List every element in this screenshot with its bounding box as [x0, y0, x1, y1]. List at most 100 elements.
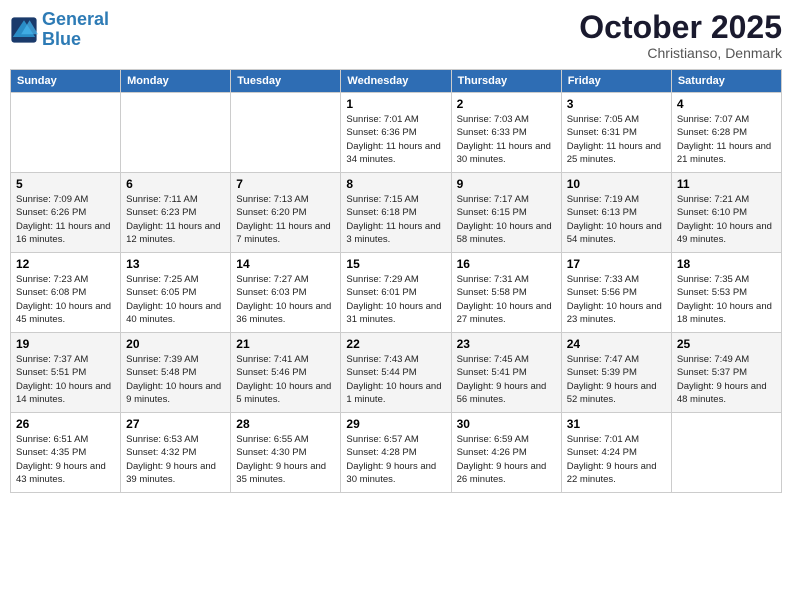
calendar-cell: 19 Sunrise: 7:37 AM Sunset: 5:51 PM Dayli…	[11, 333, 121, 413]
calendar-cell: 18 Sunrise: 7:35 AM Sunset: 5:53 PM Dayli…	[671, 253, 781, 333]
day-info: Sunrise: 7:05 AM Sunset: 6:31 PM Dayligh…	[567, 113, 666, 166]
day-info: Sunrise: 6:55 AM Sunset: 4:30 PM Dayligh…	[236, 433, 335, 486]
day-number: 7	[236, 177, 335, 191]
day-number: 14	[236, 257, 335, 271]
day-info: Sunrise: 7:19 AM Sunset: 6:13 PM Dayligh…	[567, 193, 666, 246]
day-header-saturday: Saturday	[671, 70, 781, 93]
week-row-4: 19 Sunrise: 7:37 AM Sunset: 5:51 PM Dayli…	[11, 333, 782, 413]
calendar-cell: 28 Sunrise: 6:55 AM Sunset: 4:30 PM Dayli…	[231, 413, 341, 493]
calendar-cell: 15 Sunrise: 7:29 AM Sunset: 6:01 PM Dayli…	[341, 253, 451, 333]
calendar-cell: 20Sunrise: 7:39 AM Sunset: 5:48 PM Dayli…	[121, 333, 231, 413]
week-row-3: 12Sunrise: 7:23 AM Sunset: 6:08 PM Dayli…	[11, 253, 782, 333]
day-header-thursday: Thursday	[451, 70, 561, 93]
month-title: October 2025	[579, 10, 782, 45]
calendar-cell: 17 Sunrise: 7:33 AM Sunset: 5:56 PM Dayli…	[561, 253, 671, 333]
day-number: 9	[457, 177, 556, 191]
day-number: 30	[457, 417, 556, 431]
day-number: 24	[567, 337, 666, 351]
calendar-cell	[231, 93, 341, 173]
day-info: Sunrise: 7:37 AM Sunset: 5:51 PM Dayligh…	[16, 353, 115, 406]
day-number: 21	[236, 337, 335, 351]
calendar-cell: 1Sunrise: 7:01 AM Sunset: 6:36 PM Daylig…	[341, 93, 451, 173]
day-info: Sunrise: 6:51 AM Sunset: 4:35 PM Dayligh…	[16, 433, 115, 486]
calendar-cell	[121, 93, 231, 173]
day-info: Sunrise: 7:29 AM Sunset: 6:01 PM Dayligh…	[346, 273, 445, 326]
day-number: 11	[677, 177, 776, 191]
calendar-cell	[11, 93, 121, 173]
calendar-cell: 3 Sunrise: 7:05 AM Sunset: 6:31 PM Daylig…	[561, 93, 671, 173]
day-number: 19	[16, 337, 115, 351]
calendar-cell: 8Sunrise: 7:15 AM Sunset: 6:18 PM Daylig…	[341, 173, 451, 253]
calendar-cell: 26Sunrise: 6:51 AM Sunset: 4:35 PM Dayli…	[11, 413, 121, 493]
day-number: 25	[677, 337, 776, 351]
day-header-wednesday: Wednesday	[341, 70, 451, 93]
day-info: Sunrise: 7:13 AM Sunset: 6:20 PM Dayligh…	[236, 193, 335, 246]
calendar-cell: 5 Sunrise: 7:09 AM Sunset: 6:26 PM Daylig…	[11, 173, 121, 253]
calendar-cell: 27Sunrise: 6:53 AM Sunset: 4:32 PM Dayli…	[121, 413, 231, 493]
day-header-tuesday: Tuesday	[231, 70, 341, 93]
title-area: October 2025 Christianso, Denmark	[579, 10, 782, 61]
day-info: Sunrise: 7:43 AM Sunset: 5:44 PM Dayligh…	[346, 353, 445, 406]
calendar-cell: 6 Sunrise: 7:11 AM Sunset: 6:23 PM Daylig…	[121, 173, 231, 253]
day-info: Sunrise: 6:57 AM Sunset: 4:28 PM Dayligh…	[346, 433, 445, 486]
day-info: Sunrise: 7:39 AM Sunset: 5:48 PM Dayligh…	[126, 353, 225, 406]
calendar-cell: 13 Sunrise: 7:25 AM Sunset: 6:05 PM Dayli…	[121, 253, 231, 333]
calendar-cell: 16 Sunrise: 7:31 AM Sunset: 5:58 PM Dayli…	[451, 253, 561, 333]
day-info: Sunrise: 7:11 AM Sunset: 6:23 PM Dayligh…	[126, 193, 225, 246]
calendar-cell: 31Sunrise: 7:01 AM Sunset: 4:24 PM Dayli…	[561, 413, 671, 493]
day-header-monday: Monday	[121, 70, 231, 93]
day-info: Sunrise: 7:45 AM Sunset: 5:41 PM Dayligh…	[457, 353, 556, 406]
day-info: Sunrise: 7:31 AM Sunset: 5:58 PM Dayligh…	[457, 273, 556, 326]
day-info: Sunrise: 7:49 AM Sunset: 5:37 PM Dayligh…	[677, 353, 776, 406]
week-row-2: 5 Sunrise: 7:09 AM Sunset: 6:26 PM Daylig…	[11, 173, 782, 253]
day-number: 27	[126, 417, 225, 431]
day-header-friday: Friday	[561, 70, 671, 93]
header-row: SundayMondayTuesdayWednesdayThursdayFrid…	[11, 70, 782, 93]
day-info: Sunrise: 7:17 AM Sunset: 6:15 PM Dayligh…	[457, 193, 556, 246]
day-number: 10	[567, 177, 666, 191]
calendar-cell: 29 Sunrise: 6:57 AM Sunset: 4:28 PM Dayli…	[341, 413, 451, 493]
day-info: Sunrise: 6:59 AM Sunset: 4:26 PM Dayligh…	[457, 433, 556, 486]
calendar-cell: 24 Sunrise: 7:47 AM Sunset: 5:39 PM Dayli…	[561, 333, 671, 413]
day-number: 16	[457, 257, 556, 271]
day-info: Sunrise: 7:09 AM Sunset: 6:26 PM Dayligh…	[16, 193, 115, 246]
day-info: Sunrise: 7:03 AM Sunset: 6:33 PM Dayligh…	[457, 113, 556, 166]
day-number: 28	[236, 417, 335, 431]
logo-icon	[10, 16, 38, 44]
day-number: 2	[457, 97, 556, 111]
logo-line1: General	[42, 9, 109, 29]
calendar-cell: 2 Sunrise: 7:03 AM Sunset: 6:33 PM Daylig…	[451, 93, 561, 173]
calendar-cell: 10 Sunrise: 7:19 AM Sunset: 6:13 PM Dayli…	[561, 173, 671, 253]
day-number: 5	[16, 177, 115, 191]
calendar-cell: 7 Sunrise: 7:13 AM Sunset: 6:20 PM Daylig…	[231, 173, 341, 253]
calendar-cell: 11 Sunrise: 7:21 AM Sunset: 6:10 PM Dayli…	[671, 173, 781, 253]
day-number: 3	[567, 97, 666, 111]
day-info: Sunrise: 7:01 AM Sunset: 4:24 PM Dayligh…	[567, 433, 666, 486]
day-info: Sunrise: 7:35 AM Sunset: 5:53 PM Dayligh…	[677, 273, 776, 326]
day-number: 12	[16, 257, 115, 271]
day-number: 17	[567, 257, 666, 271]
day-info: Sunrise: 7:21 AM Sunset: 6:10 PM Dayligh…	[677, 193, 776, 246]
calendar-cell: 23 Sunrise: 7:45 AM Sunset: 5:41 PM Dayli…	[451, 333, 561, 413]
day-number: 6	[126, 177, 225, 191]
logo: General Blue	[10, 10, 109, 50]
week-row-1: 1Sunrise: 7:01 AM Sunset: 6:36 PM Daylig…	[11, 93, 782, 173]
calendar-cell: 21 Sunrise: 7:41 AM Sunset: 5:46 PM Dayli…	[231, 333, 341, 413]
day-number: 29	[346, 417, 445, 431]
week-row-5: 26Sunrise: 6:51 AM Sunset: 4:35 PM Dayli…	[11, 413, 782, 493]
logo-line2: Blue	[42, 29, 81, 49]
day-number: 1	[346, 97, 445, 111]
day-number: 23	[457, 337, 556, 351]
page-header: General Blue October 2025 Christianso, D…	[10, 10, 782, 61]
day-info: Sunrise: 7:07 AM Sunset: 6:28 PM Dayligh…	[677, 113, 776, 166]
day-info: Sunrise: 7:41 AM Sunset: 5:46 PM Dayligh…	[236, 353, 335, 406]
day-number: 18	[677, 257, 776, 271]
day-number: 15	[346, 257, 445, 271]
location-subtitle: Christianso, Denmark	[579, 45, 782, 61]
day-number: 13	[126, 257, 225, 271]
day-info: Sunrise: 7:33 AM Sunset: 5:56 PM Dayligh…	[567, 273, 666, 326]
day-info: Sunrise: 7:47 AM Sunset: 5:39 PM Dayligh…	[567, 353, 666, 406]
calendar-cell	[671, 413, 781, 493]
day-info: Sunrise: 7:15 AM Sunset: 6:18 PM Dayligh…	[346, 193, 445, 246]
day-info: Sunrise: 7:25 AM Sunset: 6:05 PM Dayligh…	[126, 273, 225, 326]
